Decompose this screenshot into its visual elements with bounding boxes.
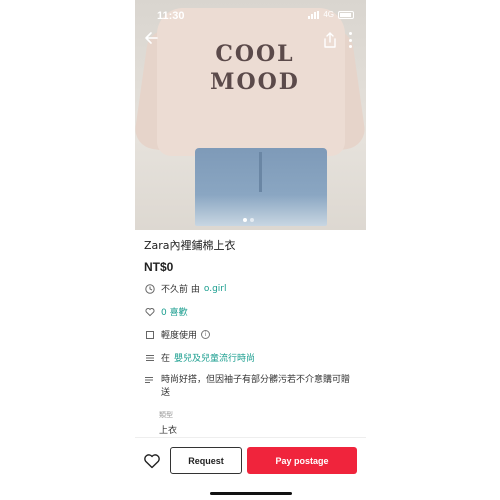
photo-page-dots[interactable] [243,218,254,222]
battery-icon [338,10,354,19]
status-time: 11:30 [157,10,185,22]
category-row: 在 嬰兒及兒童流行時尚 [144,351,255,364]
share-icon [324,32,336,48]
share-button[interactable] [323,32,337,48]
pay-postage-button[interactable]: Pay postage [247,447,357,474]
description-row: 時尚好搭，但因袖子有部分髒污若不介意購可贈送 [144,374,354,400]
bottom-action-bar: Request Pay postage [135,437,366,500]
menu-lines-icon [144,352,156,364]
description-text: 時尚好搭，但因袖子有部分髒污若不介意購可贈送 [161,375,351,398]
arrow-left-icon [145,32,158,44]
likes-count[interactable]: 0 喜歡 [161,305,188,318]
clock-icon [144,283,156,295]
page-dot[interactable] [250,218,254,222]
back-button[interactable] [143,30,161,48]
page-dot-active[interactable] [243,218,247,222]
attribute-value: 上衣 [159,426,178,436]
heart-icon [144,306,156,318]
item-price: NT$0 [144,260,174,274]
signal-icon [308,10,320,19]
condition-text: 輕度使用 [161,331,198,341]
denim-shorts [195,148,327,226]
request-button[interactable]: Request [170,447,242,474]
posted-info-row: 不久前 由 o.girl [144,282,227,295]
category-prefix: 在 [161,354,171,364]
posted-prefix: 不久前 由 [161,285,200,295]
info-icon[interactable]: i [201,330,211,339]
phone-screen: COOL MOOD 11:30 4G Zara內裡鋪棉上衣 NT$0 不久前 由… [135,0,366,500]
more-vertical-icon[interactable] [347,32,353,48]
tag-icon [144,329,156,341]
sweater-print-text: COOL MOOD [210,41,300,95]
like-button[interactable] [143,452,161,470]
condition-row: 輕度使用 i [144,328,211,341]
category-link[interactable]: 嬰兒及兒童流行時尚 [174,351,255,364]
attribute-label: 類型 [159,411,173,419]
seller-link[interactable]: o.girl [204,284,227,294]
network-label: 4G [323,10,334,19]
item-title: Zara內裡鋪棉上衣 [144,239,236,252]
text-lines-icon [144,374,156,400]
home-indicator[interactable] [210,492,292,495]
status-indicators: 4G [308,10,354,19]
likes-row[interactable]: 0 喜歡 [144,305,188,318]
heart-icon [144,454,160,469]
